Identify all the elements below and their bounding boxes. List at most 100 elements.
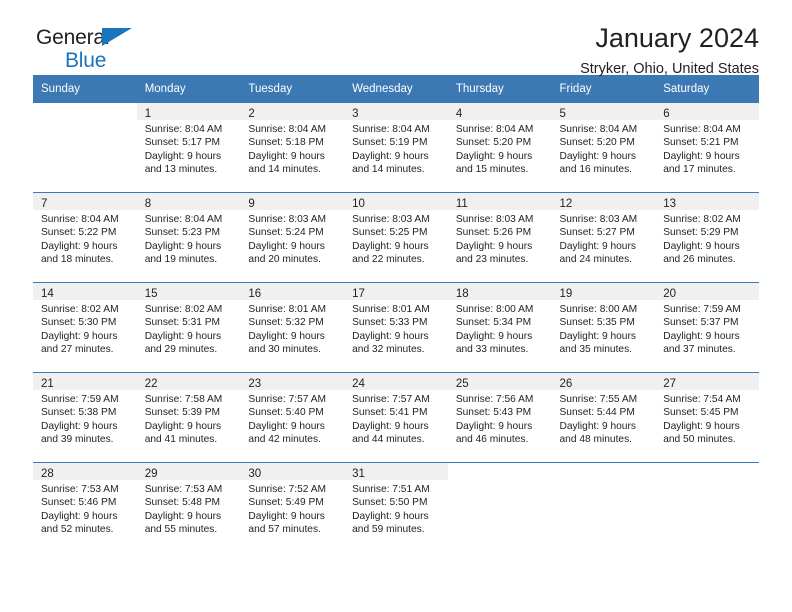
day-cell[interactable]: 13 Sunrise: 8:02 AM Sunset: 5:29 PM Dayligh… [655, 193, 759, 282]
day-cell[interactable]: 19 Sunrise: 8:00 AM Sunset: 5:35 PM Dayligh… [551, 283, 656, 372]
day-cell[interactable]: 31 Sunrise: 7:51 AM Sunset: 5:50 PM Dayligh… [344, 463, 448, 552]
day-cell[interactable]: 14 Sunrise: 8:02 AM Sunset: 5:30 PM Dayligh… [33, 283, 137, 372]
daylight-text-line1: Daylight: 9 hours [663, 420, 740, 432]
day-details: Sunrise: 8:04 AM Sunset: 5:19 PM Daylight:… [344, 120, 448, 176]
day-cell[interactable]: 1 Sunrise: 8:04 AM Sunset: 5:17 PM Daylight… [136, 103, 241, 192]
day-cell[interactable]: 27 Sunrise: 7:54 AM Sunset: 5:45 PM Dayligh… [655, 373, 759, 462]
day-cell[interactable]: 17 Sunrise: 8:01 AM Sunset: 5:33 PM Dayligh… [344, 283, 448, 372]
day-details: Sunrise: 7:57 AM Sunset: 5:41 PM Daylight:… [344, 390, 448, 446]
calendar-week-row: 1 Sunrise: 8:04 AM Sunset: 5:17 PM Daylight… [33, 103, 759, 193]
calendar-cell: 8 Sunrise: 8:04 AM Sunset: 5:23 PM Daylight… [136, 192, 241, 283]
day-number-band: 31 [344, 463, 448, 480]
day-cell[interactable]: 9 Sunrise: 8:03 AM Sunset: 5:24 PM Daylight… [240, 193, 345, 282]
day-number: 3 [352, 108, 359, 120]
day-cell[interactable]: 12 Sunrise: 8:03 AM Sunset: 5:27 PM Dayligh… [551, 193, 656, 282]
calendar-cell: 14 Sunrise: 8:02 AM Sunset: 5:30 PM Dayligh… [33, 282, 137, 373]
sunrise-text: Sunrise: 8:00 AM [455, 304, 534, 315]
day-cell[interactable]: 8 Sunrise: 8:04 AM Sunset: 5:23 PM Daylight… [136, 193, 241, 282]
sunrise-text: Sunrise: 7:55 AM [559, 394, 638, 405]
day-number: 26 [559, 378, 573, 390]
daylight-text-line1: Daylight: 9 hours [455, 150, 533, 162]
daylight-text-line2: and 35 minutes. [559, 343, 633, 355]
calendar-cell: 9 Sunrise: 8:03 AM Sunset: 5:24 PM Daylight… [240, 192, 345, 283]
day-cell[interactable]: 20 Sunrise: 7:59 AM Sunset: 5:37 PM Dayligh… [655, 283, 759, 372]
day-details: Sunrise: 8:04 AM Sunset: 5:23 PM Daylight:… [137, 210, 241, 266]
day-cell[interactable]: 10 Sunrise: 8:03 AM Sunset: 5:25 PM Dayligh… [344, 193, 448, 282]
daylight-text-line2: and 20 minutes. [248, 253, 321, 265]
day-details: Sunrise: 7:54 AM Sunset: 5:45 PM Daylight:… [655, 390, 759, 446]
daylight-text-line2: and 30 minutes. [248, 343, 321, 355]
day-cell[interactable]: 4 Sunrise: 8:04 AM Sunset: 5:20 PM Daylight… [447, 103, 552, 192]
day-details: Sunrise: 7:59 AM Sunset: 5:37 PM Daylight:… [655, 300, 759, 356]
daylight-text-line2: and 19 minutes. [144, 253, 218, 265]
sunrise-text: Sunrise: 7:59 AM [663, 304, 741, 315]
day-cell[interactable]: 24 Sunrise: 7:57 AM Sunset: 5:41 PM Dayligh… [344, 373, 448, 462]
sunset-text: Sunset: 5:25 PM [352, 227, 428, 239]
day-cell[interactable]: 5 Sunrise: 8:04 AM Sunset: 5:20 PM Daylight… [551, 103, 656, 192]
day-cell[interactable]: 25 Sunrise: 7:56 AM Sunset: 5:43 PM Dayligh… [447, 373, 552, 462]
day-number-band: 23 [240, 373, 345, 390]
calendar-cell: 27 Sunrise: 7:54 AM Sunset: 5:45 PM Dayligh… [655, 372, 759, 463]
sunrise-text: Sunrise: 7:58 AM [144, 394, 223, 405]
daylight-text-line1: Daylight: 9 hours [41, 510, 118, 522]
calendar-cell [447, 462, 552, 552]
calendar-cell: 29 Sunrise: 7:53 AM Sunset: 5:48 PM Dayligh… [136, 462, 241, 552]
day-details: Sunrise: 8:01 AM Sunset: 5:32 PM Daylight:… [240, 300, 344, 356]
daylight-text-line2: and 42 minutes. [248, 433, 321, 445]
day-cell[interactable]: 26 Sunrise: 7:55 AM Sunset: 5:44 PM Dayligh… [551, 373, 656, 462]
day-details: Sunrise: 7:58 AM Sunset: 5:39 PM Daylight:… [137, 390, 241, 446]
day-cell-empty [552, 463, 656, 552]
day-number-band: 1 [136, 103, 241, 120]
day-cell[interactable]: 21 Sunrise: 7:59 AM Sunset: 5:38 PM Dayligh… [33, 373, 137, 462]
sunset-text: Sunset: 5:20 PM [455, 137, 532, 149]
day-number-band: 20 [655, 283, 759, 300]
calendar-cell: 1 Sunrise: 8:04 AM Sunset: 5:17 PM Daylight… [136, 103, 241, 193]
daylight-text-line2: and 37 minutes. [663, 343, 736, 355]
day-details: Sunrise: 7:53 AM Sunset: 5:46 PM Daylight:… [33, 480, 137, 536]
day-number: 13 [663, 198, 677, 210]
day-cell[interactable]: 23 Sunrise: 7:57 AM Sunset: 5:40 PM Dayligh… [240, 373, 345, 462]
calendar-cell: 12 Sunrise: 8:03 AM Sunset: 5:27 PM Dayligh… [551, 192, 656, 283]
daylight-text-line2: and 18 minutes. [41, 253, 114, 265]
sunset-text: Sunset: 5:38 PM [41, 407, 117, 419]
day-details: Sunrise: 7:56 AM Sunset: 5:43 PM Daylight:… [448, 390, 552, 446]
daylight-text-line1: Daylight: 9 hours [144, 510, 222, 522]
sunset-text: Sunset: 5:33 PM [352, 317, 428, 329]
day-cell[interactable]: 22 Sunrise: 7:58 AM Sunset: 5:39 PM Dayligh… [136, 373, 241, 462]
day-cell[interactable]: 18 Sunrise: 8:00 AM Sunset: 5:34 PM Dayligh… [447, 283, 552, 372]
calendar-cell: 3 Sunrise: 8:04 AM Sunset: 5:19 PM Daylight… [344, 103, 448, 193]
calendar-cell: 4 Sunrise: 8:04 AM Sunset: 5:20 PM Daylight… [447, 103, 552, 193]
day-cell[interactable]: 11 Sunrise: 8:03 AM Sunset: 5:26 PM Dayligh… [447, 193, 552, 282]
calendar-week-row: 7 Sunrise: 8:04 AM Sunset: 5:22 PM Daylight… [33, 192, 759, 283]
calendar-cell: 15 Sunrise: 8:02 AM Sunset: 5:31 PM Dayligh… [136, 282, 241, 373]
day-cell[interactable]: 29 Sunrise: 7:53 AM Sunset: 5:48 PM Dayligh… [136, 463, 241, 552]
calendar-cell: 30 Sunrise: 7:52 AM Sunset: 5:49 PM Dayligh… [240, 462, 345, 552]
day-cell[interactable]: 15 Sunrise: 8:02 AM Sunset: 5:31 PM Dayligh… [136, 283, 241, 372]
calendar-cell: 6 Sunrise: 8:04 AM Sunset: 5:21 PM Daylight… [655, 103, 759, 193]
sunset-text: Sunset: 5:22 PM [41, 227, 117, 239]
sunrise-text: Sunrise: 8:01 AM [248, 304, 326, 315]
weekday-header-thursday: Thursday [447, 75, 552, 103]
day-cell[interactable]: 30 Sunrise: 7:52 AM Sunset: 5:49 PM Dayligh… [240, 463, 345, 552]
generalblue-logo[interactable]: General Blue [36, 27, 132, 72]
day-cell[interactable]: 3 Sunrise: 8:04 AM Sunset: 5:19 PM Daylight… [344, 103, 448, 192]
day-cell[interactable]: 6 Sunrise: 8:04 AM Sunset: 5:21 PM Daylight… [655, 103, 759, 192]
calendar-cell [551, 462, 656, 552]
logo-text-general: General [36, 27, 132, 48]
calendar-cell: 21 Sunrise: 7:59 AM Sunset: 5:38 PM Dayligh… [33, 372, 137, 463]
day-cell[interactable]: 28 Sunrise: 7:53 AM Sunset: 5:46 PM Dayligh… [33, 463, 137, 552]
calendar-cell: 25 Sunrise: 7:56 AM Sunset: 5:43 PM Dayligh… [447, 372, 552, 463]
daylight-text-line1: Daylight: 9 hours [41, 330, 118, 342]
day-cell[interactable]: 2 Sunrise: 8:04 AM Sunset: 5:18 PM Daylight… [240, 103, 345, 192]
daylight-text-line1: Daylight: 9 hours [663, 150, 740, 162]
day-cell[interactable]: 7 Sunrise: 8:04 AM Sunset: 5:22 PM Daylight… [33, 193, 137, 282]
calendar-cell [655, 462, 759, 552]
daylight-text-line2: and 14 minutes. [248, 163, 321, 175]
daylight-text-line2: and 33 minutes. [455, 343, 529, 355]
day-number-band: 7 [33, 193, 137, 210]
sunset-text: Sunset: 5:41 PM [352, 407, 428, 419]
logo-word-blue: Blue [65, 49, 107, 72]
day-cell[interactable]: 16 Sunrise: 8:01 AM Sunset: 5:32 PM Dayligh… [240, 283, 345, 372]
sunset-text: Sunset: 5:34 PM [455, 317, 532, 329]
day-number-band: 26 [551, 373, 656, 390]
